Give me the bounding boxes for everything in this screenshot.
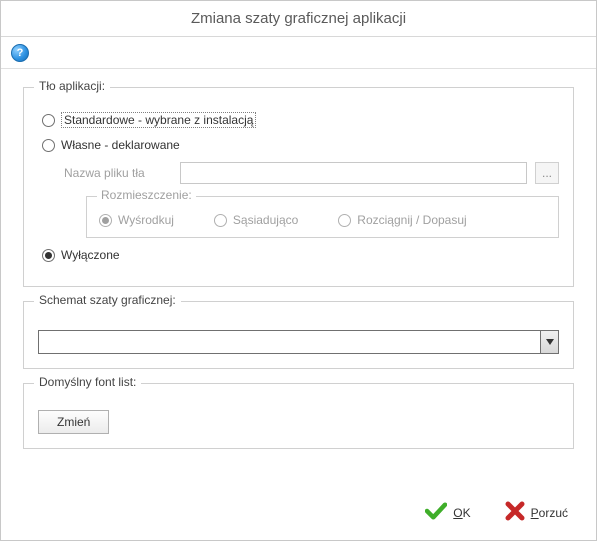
radio-standard-label[interactable]: Standardowe - wybrane z instalacją <box>61 112 256 128</box>
radio-placement-stretch <box>338 214 351 227</box>
placement-legend: Rozmieszczenie: <box>97 188 196 202</box>
titlebar: Zmiana szaty graficznej aplikacji <box>1 1 596 37</box>
radio-off-row[interactable]: Wyłączone <box>42 248 559 262</box>
font-groupbox: Domyślny font list: Zmień <box>23 383 574 449</box>
radio-custom-label[interactable]: Własne - deklarowane <box>61 138 180 152</box>
file-label: Nazwa pliku tła <box>64 166 172 180</box>
footer: OK Porzuć <box>1 491 596 540</box>
background-groupbox: Tło aplikacji: Standardowe - wybrane z i… <box>23 87 574 287</box>
check-icon <box>425 502 447 523</box>
radio-standard-row[interactable]: Standardowe - wybrane z instalacją <box>42 112 559 128</box>
placement-center-label: Wyśrodkuj <box>118 213 174 227</box>
placement-tile-row: Sąsiadująco <box>214 213 298 227</box>
content-area: Tło aplikacji: Standardowe - wybrane z i… <box>1 69 596 491</box>
placement-groupbox: Rozmieszczenie: Wyśrodkuj Sąsiadująco Ro… <box>86 196 559 238</box>
ok-label: OK <box>453 506 470 520</box>
ok-button[interactable]: OK <box>425 502 470 523</box>
change-font-button[interactable]: Zmień <box>38 410 109 434</box>
placement-tile-label: Sąsiadująco <box>233 213 298 227</box>
placement-stretch-row: Rozciągnij / Dopasuj <box>338 213 466 227</box>
cancel-label: Porzuć <box>531 506 568 520</box>
radio-placement-center <box>99 214 112 227</box>
cancel-button[interactable]: Porzuć <box>505 501 568 524</box>
radio-custom[interactable] <box>42 139 55 152</box>
placement-stretch-label: Rozciągnij / Dopasuj <box>357 213 466 227</box>
dialog-window: Zmiana szaty graficznej aplikacji ? Tło … <box>0 0 597 541</box>
browse-button[interactable]: ... <box>535 162 559 184</box>
scheme-legend: Schemat szaty graficznej: <box>34 293 181 307</box>
scheme-combobox[interactable] <box>38 330 559 354</box>
background-legend: Tło aplikacji: <box>34 79 110 93</box>
file-input[interactable] <box>180 162 527 184</box>
radio-standard[interactable] <box>42 114 55 127</box>
file-row: Nazwa pliku tła ... <box>64 162 559 184</box>
window-title: Zmiana szaty graficznej aplikacji <box>191 10 406 27</box>
placement-center-row: Wyśrodkuj <box>99 213 174 227</box>
placement-options: Wyśrodkuj Sąsiadująco Rozciągnij / Dopas… <box>99 213 546 227</box>
scheme-groupbox: Schemat szaty graficznej: <box>23 301 574 369</box>
radio-placement-tile <box>214 214 227 227</box>
radio-custom-row[interactable]: Własne - deklarowane <box>42 138 559 152</box>
radio-off-label[interactable]: Wyłączone <box>61 248 120 262</box>
font-legend: Domyślny font list: <box>34 375 141 389</box>
help-icon[interactable]: ? <box>11 44 29 62</box>
cancel-icon <box>505 501 525 524</box>
toolbar: ? <box>1 37 596 69</box>
chevron-down-icon <box>546 339 554 345</box>
scheme-dropdown-button[interactable] <box>540 331 558 353</box>
radio-off[interactable] <box>42 249 55 262</box>
